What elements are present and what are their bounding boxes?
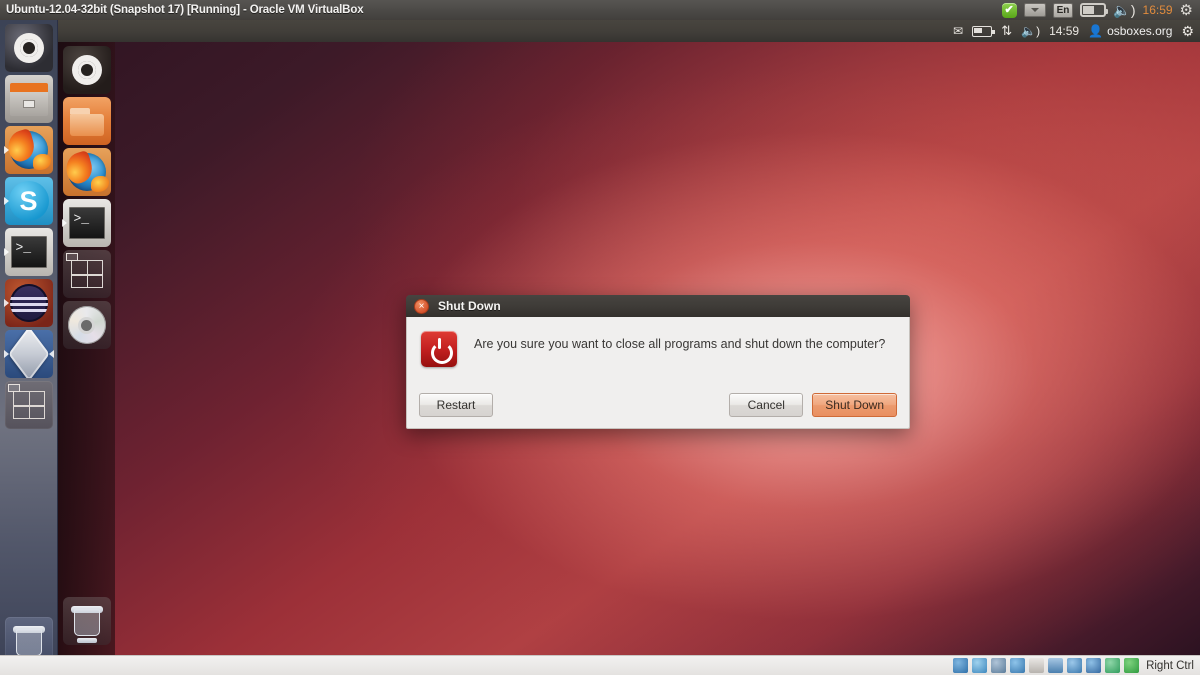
- host-launcher-item-dash-home[interactable]: [4, 24, 53, 72]
- vbox-window-title: Ubuntu-12.04-32bit (Snapshot 17) [Runnin…: [6, 4, 364, 16]
- host-launcher-item-terminal[interactable]: >_: [3, 228, 53, 276]
- battery-icon[interactable]: [972, 25, 995, 37]
- host-launcher-item-workspace-switcher[interactable]: [4, 381, 53, 429]
- dialog-button-row: Restart Cancel Shut Down: [407, 393, 909, 417]
- checkmark-badge-icon[interactable]: ✔: [1001, 2, 1017, 18]
- shutdown-dialog: × Shut Down Are you sure you want to clo…: [406, 295, 910, 429]
- user-avatar-icon: 👤: [1088, 24, 1104, 38]
- vm-launcher-item-cd-drive[interactable]: [62, 301, 111, 349]
- host-unity-launcher: S >_: [0, 20, 58, 675]
- host-launcher-item-disk-utility[interactable]: [3, 279, 53, 327]
- host-launcher-item-virtualbox[interactable]: [3, 330, 54, 378]
- host-clock[interactable]: 16:59: [1143, 3, 1173, 17]
- host-launcher-item-firefox[interactable]: [3, 126, 53, 174]
- shared-clipboard-icon[interactable]: [1105, 658, 1121, 673]
- power-button-icon: [421, 331, 457, 367]
- vbox-title-bar: Ubuntu-12.04-32bit (Snapshot 17) [Runnin…: [0, 0, 1200, 20]
- messaging-envelope-icon[interactable]: ✉: [953, 25, 963, 37]
- vm-unity-launcher: >_: [58, 42, 115, 655]
- host-launcher-item-skype[interactable]: S: [3, 177, 53, 225]
- network-icon[interactable]: [1067, 658, 1083, 673]
- restart-button[interactable]: Restart: [419, 393, 493, 417]
- vm-launcher-item-files[interactable]: [62, 97, 111, 145]
- hard-disk-icon[interactable]: [953, 658, 969, 673]
- vm-launcher-item-terminal[interactable]: >_: [61, 199, 111, 247]
- network-icon[interactable]: ⇅: [1001, 24, 1012, 37]
- power-gear-icon[interactable]: ⚙: [1180, 3, 1193, 18]
- usb-icon[interactable]: [1010, 658, 1026, 673]
- dialog-title: Shut Down: [438, 299, 501, 313]
- dialog-title-bar: × Shut Down: [406, 295, 910, 317]
- vm-user-menu[interactable]: 👤 osboxes.org: [1088, 24, 1172, 38]
- vm-top-panel: ✉ ⇅ 🔈) 14:59 👤 osboxes.org ⚙: [58, 20, 1200, 42]
- close-icon[interactable]: ×: [414, 298, 429, 314]
- dialog-body: Are you sure you want to close all progr…: [406, 317, 910, 429]
- session-gear-icon[interactable]: ⚙: [1181, 24, 1194, 38]
- vm-clock[interactable]: 14:59: [1049, 24, 1079, 38]
- vm-launcher-item-trash[interactable]: [62, 597, 111, 645]
- battery-icon[interactable]: [1080, 3, 1109, 17]
- dialog-message: Are you sure you want to close all progr…: [474, 337, 886, 351]
- vm-display[interactable]: ✉ ⇅ 🔈) 14:59 👤 osboxes.org ⚙ >_ × Shut D…: [58, 20, 1200, 655]
- virtualbox-window: Ubuntu-12.04-32bit (Snapshot 17) [Runnin…: [0, 0, 1200, 675]
- volume-icon[interactable]: 🔈): [1021, 25, 1040, 37]
- dialog-message-row: Are you sure you want to close all progr…: [407, 317, 909, 367]
- vm-launcher-item-firefox[interactable]: [62, 148, 111, 196]
- vbox-status-bar: Right Ctrl: [0, 655, 1200, 675]
- dropdown-chip-icon[interactable]: [1023, 3, 1046, 17]
- keyboard-layout-indicator[interactable]: En: [1052, 2, 1074, 18]
- vm-launcher-item-dash-home[interactable]: [62, 46, 111, 94]
- guest-additions-icon[interactable]: [1124, 658, 1140, 673]
- display-icon[interactable]: [1048, 658, 1064, 673]
- dialog-primary-actions: Cancel Shut Down: [729, 393, 897, 417]
- optical-disc-icon[interactable]: [972, 658, 988, 673]
- host-launcher-item-files[interactable]: [4, 75, 53, 123]
- host-key-label: Right Ctrl: [1146, 659, 1194, 672]
- shutdown-button[interactable]: Shut Down: [812, 393, 897, 417]
- vm-launcher-item-workspace-switcher[interactable]: [62, 250, 111, 298]
- floppy-icon[interactable]: [991, 658, 1007, 673]
- volume-icon[interactable]: 🔈): [1113, 3, 1135, 17]
- vm-user-name: osboxes.org: [1107, 24, 1173, 38]
- cancel-button[interactable]: Cancel: [729, 393, 804, 417]
- shared-folder-icon[interactable]: [1029, 658, 1045, 673]
- video-capture-icon[interactable]: [1086, 658, 1102, 673]
- host-panel-indicators: ✔ En 🔈) 16:59 ⚙: [1001, 2, 1196, 18]
